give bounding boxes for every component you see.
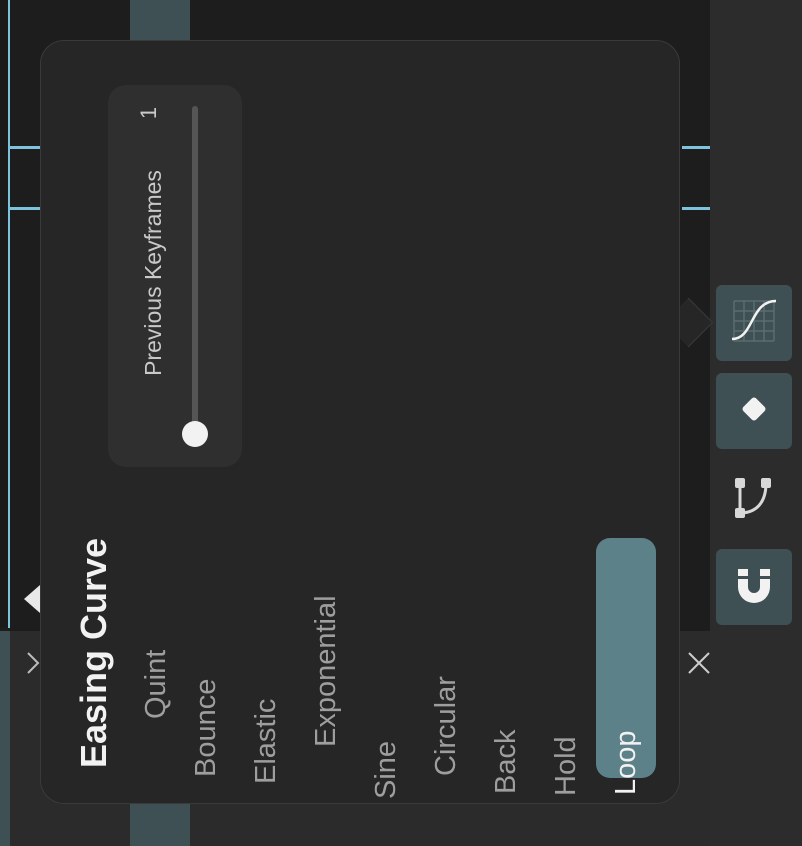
playhead-marker-icon[interactable]	[24, 585, 40, 613]
popover-title: Easing Curve	[73, 537, 114, 768]
previous-keyframes-value: 1	[136, 106, 161, 120]
easing-option-hold[interactable]: Hold	[544, 636, 588, 796]
previous-keyframes-label: Previous Keyframes	[140, 170, 166, 376]
chevron-right-icon[interactable]	[26, 650, 40, 676]
easing-option-circular[interactable]: Circular	[424, 616, 468, 776]
snap-magnet-button[interactable]	[716, 549, 792, 625]
easing-curve-button[interactable]	[716, 285, 792, 361]
previous-keyframes-slider-thumb[interactable]	[182, 421, 208, 447]
track-guide-line	[10, 207, 42, 210]
easing-list-clip: Quintic	[120, 650, 180, 756]
easing-curve-icon	[728, 295, 780, 352]
keyframe-button[interactable]	[716, 373, 792, 449]
timeline-left-strip	[0, 0, 10, 628]
magnet-icon	[734, 565, 774, 610]
previous-keyframes-slider-track[interactable]	[192, 106, 198, 434]
previous-keyframes-card	[108, 85, 242, 467]
easing-option-loop[interactable]: Loop	[604, 635, 648, 795]
bezier-path-icon	[730, 473, 778, 526]
easing-option-bounce[interactable]: Bounce	[184, 617, 228, 777]
bezier-path-button[interactable]	[716, 461, 792, 537]
easing-option-back[interactable]: Back	[484, 634, 528, 794]
easing-option-sine[interactable]: Sine	[364, 639, 408, 799]
easing-option-elastic[interactable]: Elastic	[244, 624, 288, 784]
close-icon[interactable]	[686, 650, 712, 676]
easing-option-exponential[interactable]: Exponential	[304, 587, 348, 747]
track-guide-line	[10, 146, 42, 149]
bottom-bar-left-edge	[0, 631, 10, 846]
track-guide-line	[682, 146, 710, 149]
keyframe-diamond-icon	[737, 392, 771, 431]
track-guide-line	[682, 207, 710, 210]
easing-option-quintic[interactable]: Quintic	[134, 650, 178, 719]
